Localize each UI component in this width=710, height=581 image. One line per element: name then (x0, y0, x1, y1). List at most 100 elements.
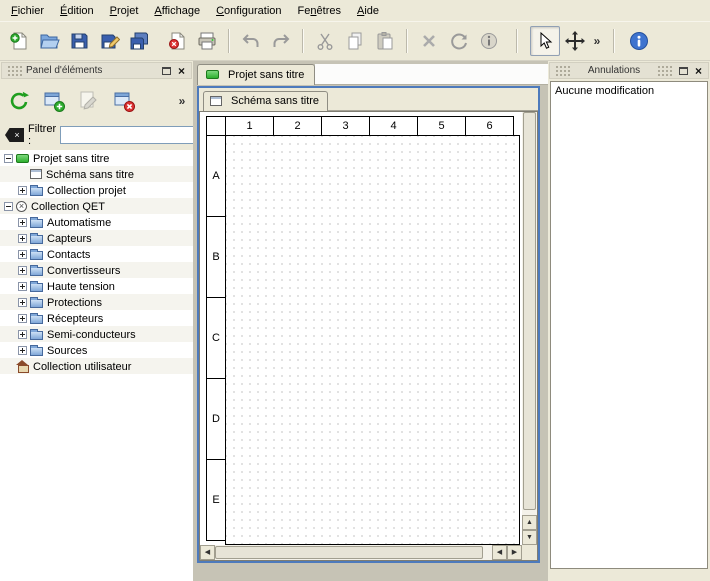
tree-item-icon (30, 267, 43, 276)
delete-element-button[interactable] (109, 86, 139, 116)
tree-expander-icon[interactable] (4, 202, 13, 211)
tree-item-icon (16, 154, 29, 163)
tree-item[interactable]: Collection projet (0, 182, 193, 198)
delete-button[interactable] (414, 26, 444, 56)
edit-element-button[interactable] (74, 86, 104, 116)
schema-tabbar-empty-area (328, 91, 538, 111)
undo-dock-titlebar[interactable]: Annulations × (549, 62, 709, 79)
horizontal-scrollbar[interactable]: ◀ ◀ ▶ (200, 545, 522, 560)
tree-item-label: Convertisseurs (47, 264, 120, 277)
tree-indent (4, 302, 18, 303)
undo-history-item[interactable]: Aucune modification (551, 82, 707, 100)
toolbar-overflow-chevron[interactable]: » (590, 34, 604, 48)
menu-affichage[interactable]: Affichage (146, 2, 208, 20)
menu-edition[interactable]: Édition (52, 2, 102, 20)
paste-button[interactable] (370, 26, 400, 56)
tree-expander-icon[interactable] (18, 330, 27, 339)
visualisation-mode-button[interactable] (560, 26, 590, 56)
rotate-button[interactable] (444, 26, 474, 56)
print-icon (196, 30, 218, 52)
save-as-button[interactable] (94, 26, 124, 56)
tree-item[interactable]: Collection utilisateur (0, 358, 193, 374)
clear-filter-button[interactable]: × (5, 128, 24, 142)
copy-button[interactable] (340, 26, 370, 56)
tree-expander-icon[interactable] (18, 346, 27, 355)
tree-item[interactable]: Contacts (0, 246, 193, 262)
float-button[interactable] (159, 64, 174, 78)
scroll-left-button[interactable]: ◀ (200, 545, 215, 560)
selection-mode-button[interactable] (530, 26, 560, 56)
new-element-button[interactable] (39, 86, 69, 116)
menu-configuration[interactable]: Configuration (208, 2, 289, 20)
save-button[interactable] (64, 26, 94, 56)
close-file-button[interactable] (162, 26, 192, 56)
tree-expander-icon[interactable] (18, 250, 27, 259)
tree-item[interactable]: Sources (0, 342, 193, 358)
vertical-scrollbar-thumb[interactable] (523, 112, 536, 510)
rotate-icon (448, 30, 470, 52)
tree-expander-icon[interactable] (18, 186, 27, 195)
tree-item[interactable]: Semi-conducteurs (0, 326, 193, 342)
tree-item-label: Capteurs (47, 232, 92, 245)
float-button[interactable] (676, 64, 691, 78)
schema-tab-label: Schéma sans titre (231, 95, 319, 107)
diagram-view-frame: 1 2 3 4 5 6 (199, 111, 538, 561)
filter-input[interactable] (60, 126, 210, 144)
menu-projet[interactable]: Projet (102, 2, 147, 20)
drawing-grid-area[interactable] (225, 135, 520, 545)
redo-button[interactable] (266, 26, 296, 56)
tree-item[interactable]: Récepteurs (0, 310, 193, 326)
diagram-canvas[interactable]: 1 2 3 4 5 6 (200, 112, 522, 545)
scroll-left-button-2[interactable]: ◀ (492, 545, 507, 560)
tree-item[interactable]: Haute tension (0, 278, 193, 294)
tree-expander-icon[interactable] (18, 282, 27, 291)
tree-indent (4, 350, 18, 351)
print-button[interactable] (192, 26, 222, 56)
tree-expander-icon[interactable] (18, 218, 27, 227)
tree-item[interactable]: Collection QET (0, 198, 193, 214)
save-all-button[interactable] (124, 26, 154, 56)
tab-project[interactable]: Projet sans titre (197, 64, 315, 85)
close-button[interactable]: × (174, 64, 189, 78)
tree-item[interactable]: Automatisme (0, 214, 193, 230)
elements-panel-titlebar[interactable]: Panel d'éléments × (1, 62, 192, 79)
tree-expander-icon[interactable] (18, 266, 27, 275)
tree-item-label: Sources (47, 344, 87, 357)
horizontal-scrollbar-thumb[interactable] (215, 546, 483, 559)
dock-grip[interactable] (555, 65, 571, 76)
vertical-scrollbar[interactable]: ▲ ▼ (522, 112, 537, 545)
tree-item[interactable]: Protections (0, 294, 193, 310)
tree-item[interactable]: Capteurs (0, 230, 193, 246)
menu-fenetres[interactable]: Fenêtres (290, 2, 349, 20)
close-button[interactable]: × (691, 64, 706, 78)
open-file-button[interactable] (34, 26, 64, 56)
cut-button[interactable] (310, 26, 340, 56)
new-file-button[interactable] (4, 26, 34, 56)
save-icon (68, 30, 90, 52)
undo-dock-title: Annulations (588, 65, 640, 76)
about-button[interactable] (624, 26, 654, 56)
tree-expander-icon[interactable] (18, 234, 27, 243)
dock-grip[interactable] (657, 65, 673, 76)
panel-toolbar-overflow-chevron[interactable]: » (175, 94, 189, 108)
tree-item[interactable]: Convertisseurs (0, 262, 193, 278)
menu-fichier[interactable]: Fichier (3, 2, 52, 20)
tree-expander-icon[interactable] (18, 314, 27, 323)
scroll-right-button[interactable]: ▶ (507, 545, 522, 560)
tree-indent (4, 174, 18, 175)
tree-item[interactable]: Schéma sans titre (0, 166, 193, 182)
reload-collections-button[interactable] (4, 86, 34, 116)
tree-item-label: Automatisme (47, 216, 111, 229)
dock-grip[interactable] (7, 65, 23, 76)
element-infos-button[interactable] (474, 26, 504, 56)
scroll-down-button[interactable]: ▼ (522, 530, 537, 545)
selection-arrow-icon (534, 30, 556, 52)
tree-item[interactable]: Projet sans titre (0, 150, 193, 166)
menu-aide[interactable]: Aide (349, 2, 387, 20)
undo-button[interactable] (236, 26, 266, 56)
tab-schema[interactable]: Schéma sans titre (203, 91, 328, 111)
tree-item-label: Schéma sans titre (46, 168, 134, 181)
tree-expander-icon[interactable] (4, 154, 13, 163)
scroll-up-button[interactable]: ▲ (522, 515, 537, 530)
tree-expander-icon[interactable] (18, 298, 27, 307)
